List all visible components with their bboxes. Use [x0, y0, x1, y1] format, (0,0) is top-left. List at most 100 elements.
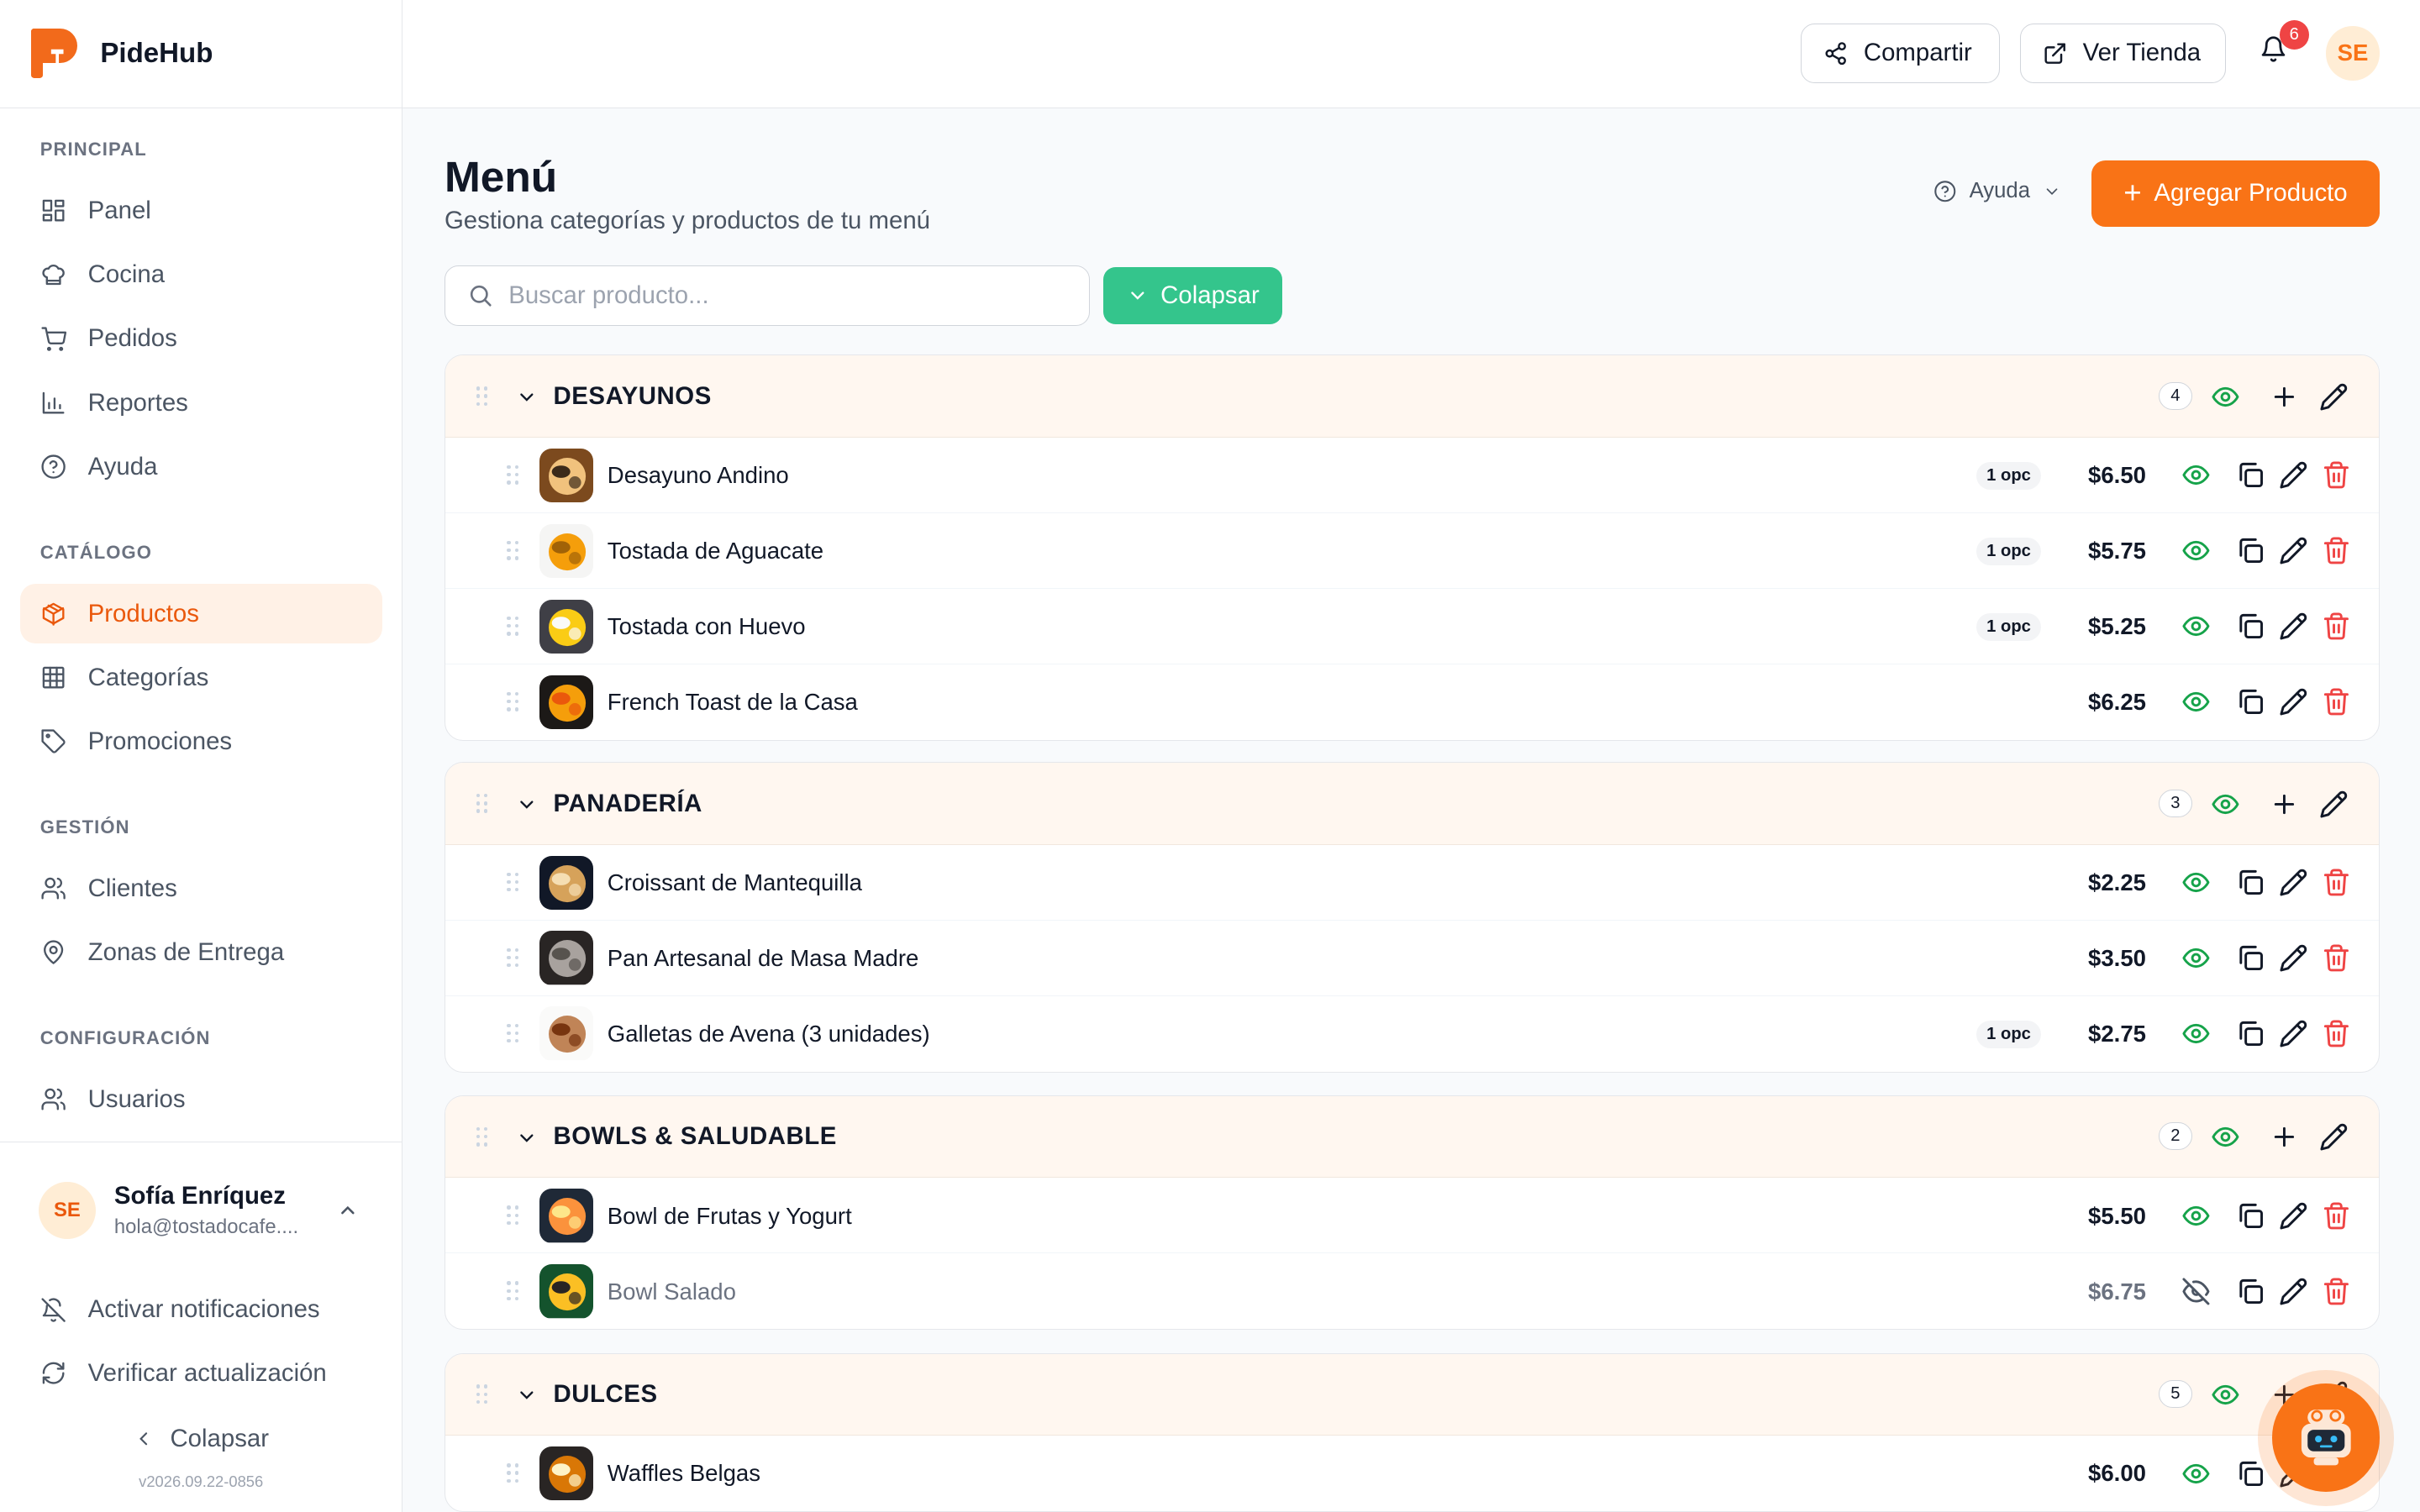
pencil-icon[interactable]	[2279, 536, 2308, 565]
trash-icon[interactable]	[2322, 460, 2351, 490]
trash-icon[interactable]	[2322, 943, 2351, 973]
copy-icon[interactable]	[2236, 868, 2265, 897]
category-header[interactable]: DULCES 5	[445, 1353, 2380, 1436]
enable-notifications-button[interactable]: Activar notificaciones	[0, 1278, 402, 1341]
copy-icon[interactable]	[2236, 1019, 2265, 1048]
copy-icon[interactable]	[2236, 1459, 2265, 1488]
drag-handle-icon[interactable]	[507, 1463, 522, 1485]
drag-handle-icon[interactable]	[507, 691, 522, 714]
copy-icon[interactable]	[2236, 1201, 2265, 1231]
sidebar-item-usuarios[interactable]: Usuarios	[20, 1069, 382, 1130]
drag-handle-icon[interactable]	[476, 1384, 492, 1406]
eye-icon[interactable]	[2211, 1380, 2240, 1410]
product-row[interactable]: Croissant de Mantequilla $2.25	[445, 845, 2380, 921]
pencil-icon[interactable]	[2319, 790, 2349, 819]
pencil-icon[interactable]	[2279, 1201, 2308, 1231]
plus-icon[interactable]	[2270, 382, 2299, 412]
drag-handle-icon[interactable]	[476, 386, 492, 408]
chevron-down-icon[interactable]	[516, 1384, 538, 1406]
help-dropdown[interactable]: Ayuda	[1933, 179, 2060, 203]
chevron-down-icon[interactable]	[516, 1127, 538, 1149]
drag-handle-icon[interactable]	[507, 616, 522, 638]
eye-icon[interactable]	[2181, 868, 2211, 897]
search-input[interactable]	[508, 281, 1065, 310]
product-row[interactable]: Bowl Salado $6.75	[445, 1253, 2379, 1329]
copy-icon[interactable]	[2236, 460, 2265, 490]
product-row[interactable]: Tostada de Aguacate 1 opc $5.75	[445, 513, 2380, 589]
product-row[interactable]: Pan Artesanal de Masa Madre $3.50	[445, 921, 2380, 996]
eye-icon[interactable]	[2181, 612, 2211, 641]
product-row[interactable]: Waffles Belgas $6.00	[445, 1436, 2379, 1511]
trash-icon[interactable]	[2322, 1019, 2351, 1048]
trash-icon[interactable]	[2322, 687, 2351, 717]
assistant-bot-button[interactable]	[2258, 1369, 2394, 1506]
pencil-icon[interactable]	[2279, 943, 2308, 973]
eye-icon[interactable]	[2211, 1122, 2240, 1152]
sidebar-item-cocina[interactable]: Cocina	[20, 244, 382, 305]
brand[interactable]: PideHub	[0, 0, 402, 108]
product-row[interactable]: Desayuno Andino 1 opc $6.50	[445, 438, 2380, 513]
trash-icon[interactable]	[2322, 868, 2351, 897]
pencil-icon[interactable]	[2279, 612, 2308, 641]
eye-icon[interactable]	[2181, 536, 2211, 565]
user-menu[interactable]: SE Sofía Enríquez hola@tostadocafe....	[0, 1142, 402, 1278]
pencil-icon[interactable]	[2279, 687, 2308, 717]
sidebar-item-ayuda[interactable]: Ayuda	[20, 437, 382, 497]
pencil-icon[interactable]	[2319, 382, 2349, 412]
header-avatar[interactable]: SE	[2325, 26, 2381, 81]
eye-icon[interactable]	[2181, 1459, 2211, 1488]
sidebar-item-categorias[interactable]: Categorías	[20, 648, 382, 708]
check-update-button[interactable]: Verificar actualización	[0, 1341, 402, 1404]
sidebar-item-reportes[interactable]: Reportes	[20, 373, 382, 433]
eye-icon[interactable]	[2181, 460, 2211, 490]
collapse-categories-button[interactable]: Colapsar	[1103, 266, 1283, 324]
copy-icon[interactable]	[2236, 536, 2265, 565]
pencil-icon[interactable]	[2279, 1277, 2308, 1306]
eye-icon[interactable]	[2181, 1201, 2211, 1231]
eye-icon[interactable]	[2181, 1019, 2211, 1048]
trash-icon[interactable]	[2322, 612, 2351, 641]
drag-handle-icon[interactable]	[476, 794, 492, 816]
sidebar-item-zonas-de-entrega[interactable]: Zonas de Entrega	[20, 922, 382, 983]
eye-off-icon[interactable]	[2181, 1277, 2211, 1306]
product-row[interactable]: Galletas de Avena (3 unidades) 1 opc $2.…	[445, 996, 2379, 1072]
share-button[interactable]: Compartir	[1801, 23, 2001, 84]
add-product-button[interactable]: + Agregar Producto	[2091, 160, 2381, 227]
sidebar-item-productos[interactable]: Productos	[19, 583, 382, 644]
drag-handle-icon[interactable]	[476, 1126, 492, 1149]
trash-icon[interactable]	[2322, 1277, 2351, 1306]
category-header[interactable]: DESAYUNOS 4	[445, 355, 2380, 438]
copy-icon[interactable]	[2236, 612, 2265, 641]
product-row[interactable]: Tostada con Huevo 1 opc $5.25	[445, 589, 2380, 664]
drag-handle-icon[interactable]	[507, 1281, 522, 1303]
pencil-icon[interactable]	[2319, 1122, 2349, 1152]
plus-icon[interactable]	[2270, 790, 2299, 819]
chevron-down-icon[interactable]	[516, 794, 538, 816]
pencil-icon[interactable]	[2279, 868, 2308, 897]
trash-icon[interactable]	[2322, 536, 2351, 565]
sidebar-item-pedidos[interactable]: Pedidos	[20, 309, 382, 370]
copy-icon[interactable]	[2236, 1277, 2265, 1306]
drag-handle-icon[interactable]	[507, 465, 522, 487]
drag-handle-icon[interactable]	[507, 1205, 522, 1227]
product-row[interactable]: French Toast de la Casa $6.25	[445, 664, 2379, 740]
sidebar-item-ajustes-de-tienda[interactable]: Ajustes de Tienda	[20, 1133, 382, 1142]
sidebar-item-clientes[interactable]: Clientes	[20, 858, 382, 919]
plus-icon[interactable]	[2270, 1122, 2299, 1152]
sidebar-collapse-button[interactable]: Colapsar	[0, 1404, 402, 1473]
copy-icon[interactable]	[2236, 943, 2265, 973]
copy-icon[interactable]	[2236, 687, 2265, 717]
chevron-down-icon[interactable]	[516, 386, 538, 408]
sidebar-item-panel[interactable]: Panel	[20, 181, 382, 241]
category-header[interactable]: PANADERÍA 3	[445, 763, 2380, 845]
drag-handle-icon[interactable]	[507, 540, 522, 563]
eye-icon[interactable]	[2181, 943, 2211, 973]
trash-icon[interactable]	[2322, 1201, 2351, 1231]
eye-icon[interactable]	[2181, 687, 2211, 717]
drag-handle-icon[interactable]	[507, 1023, 522, 1046]
pencil-icon[interactable]	[2279, 460, 2308, 490]
drag-handle-icon[interactable]	[507, 872, 522, 895]
sidebar-item-promociones[interactable]: Promociones	[20, 711, 382, 772]
eye-icon[interactable]	[2211, 382, 2240, 412]
view-store-button[interactable]: Ver Tienda	[2020, 23, 2226, 84]
